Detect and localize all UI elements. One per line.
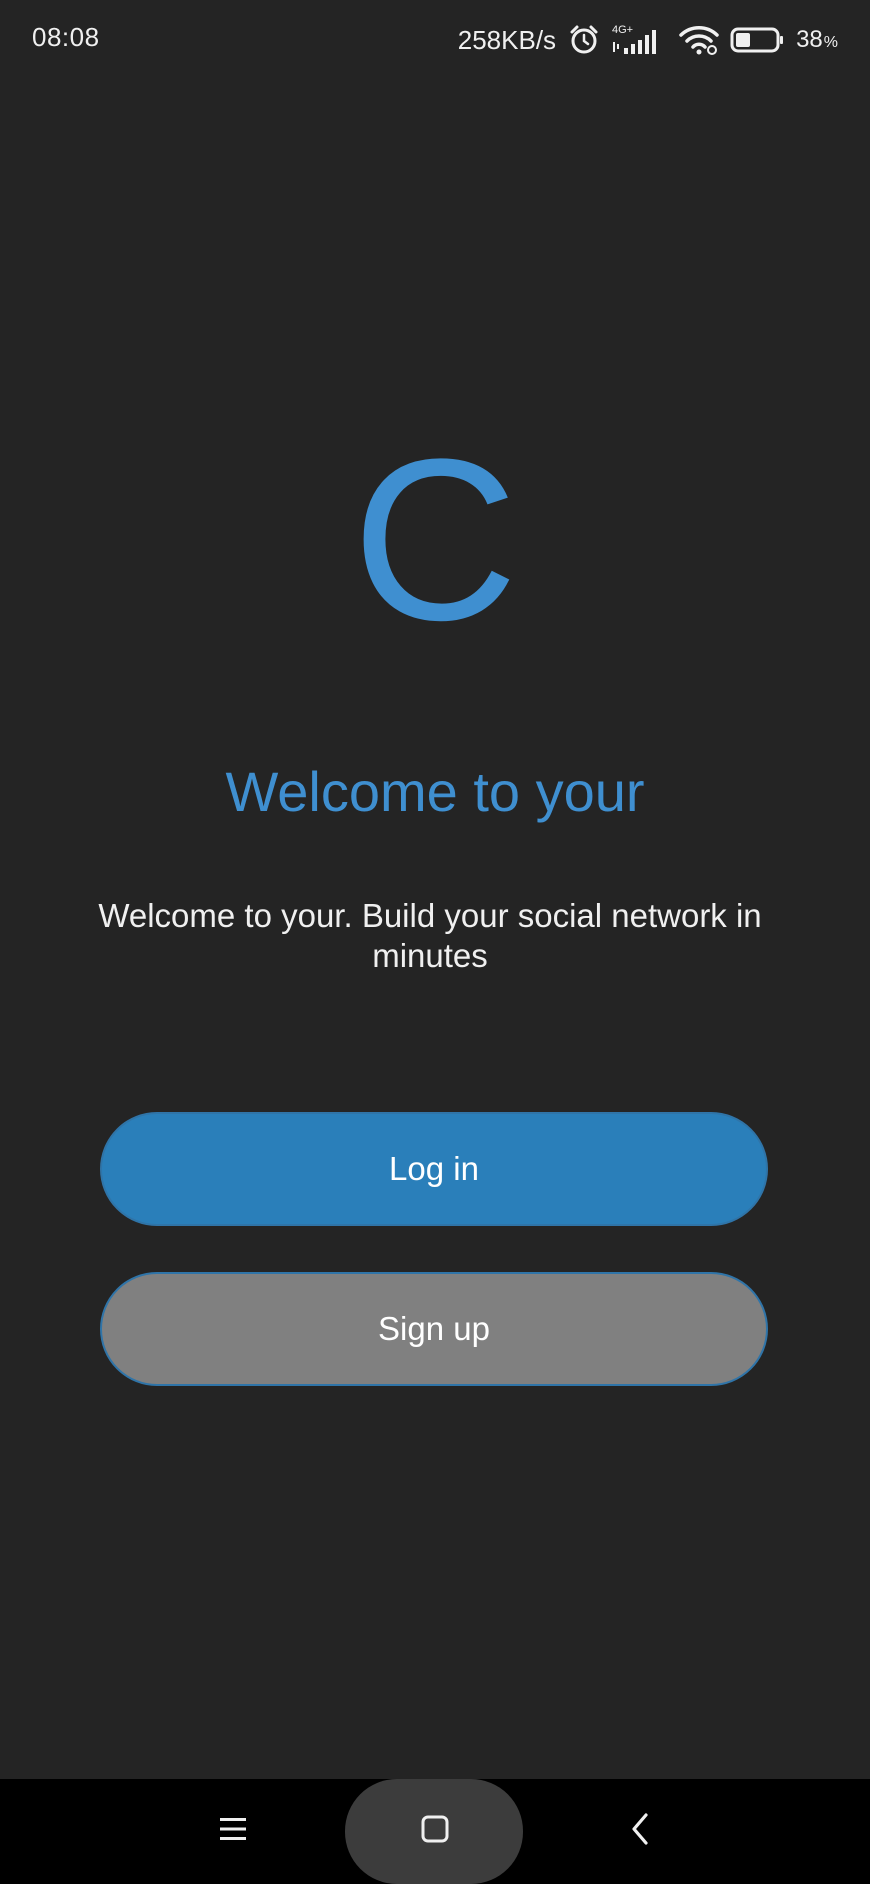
alarm-icon [568,24,600,56]
network-type-label: 4G+ [612,24,633,36]
back-button[interactable] [600,1779,680,1884]
signal-icon: 4G+ [610,22,668,58]
battery-percent: 38% [796,26,838,54]
welcome-screen: 08:08 258KB/s 4G+ 38 % C Welcome to your… [0,0,870,1884]
status-bar: 08:08 258KB/s 4G+ 38 % [0,0,870,80]
navigation-bar [0,1779,870,1884]
network-speed: 258KB/s [457,24,557,55]
back-icon [629,1812,651,1851]
recent-apps-button[interactable] [193,1779,273,1884]
battery-percent-value: 38 [796,26,823,53]
signup-button-label: Sign up [378,1310,490,1347]
home-icon [420,1814,450,1849]
battery-icon [730,26,786,54]
signup-button[interactable]: Sign up [100,1272,768,1386]
app-logo: C [351,411,519,668]
menu-icon [218,1816,248,1847]
battery-percent-sign: % [823,34,838,51]
welcome-subtitle: Welcome to your. Build your social netwo… [98,897,762,974]
home-button[interactable] [395,1779,475,1884]
status-icons: 258KB/s 4G+ 38 % [458,18,838,62]
login-button[interactable]: Log in [100,1112,768,1226]
welcome-title: Welcome to your [225,760,645,823]
wifi-icon [678,24,720,56]
login-button-label: Log in [389,1150,479,1187]
status-time: 08:08 [32,22,100,52]
